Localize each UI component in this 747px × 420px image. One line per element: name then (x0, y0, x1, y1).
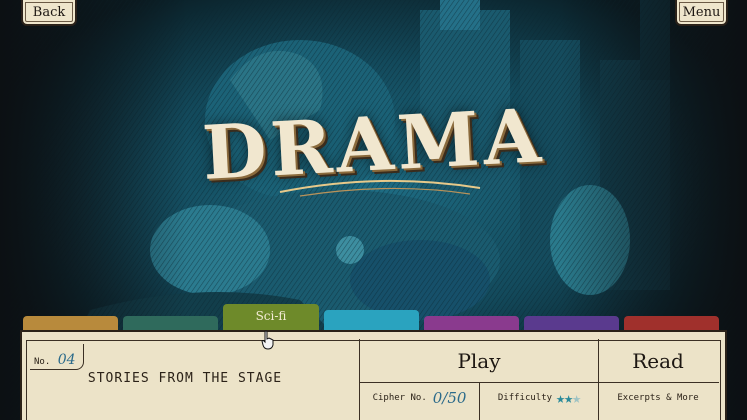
cipher-label: Cipher No. (372, 393, 427, 403)
cipher-progress: Cipher No. 0/50 (360, 383, 479, 413)
difficulty-rating: Difficulty ★★★ (480, 383, 598, 413)
story-number-value: 04 (57, 352, 76, 368)
play-button[interactable]: Play (360, 341, 598, 381)
story-number-prefix: No. (34, 357, 51, 367)
difficulty-stars: ★★★ (556, 389, 581, 407)
star-filled-icon: ★ (556, 389, 565, 407)
hand-cursor-icon (261, 330, 274, 350)
star-filled-icon: ★ (564, 389, 573, 407)
excerpts-button[interactable]: Excerpts & More (599, 383, 717, 413)
title-flourish (279, 179, 481, 197)
cipher-value: 0/50 (432, 389, 467, 407)
story-number-box: No. 04 (30, 344, 84, 370)
back-button[interactable]: Back (21, 0, 77, 26)
difficulty-label: Difficulty (497, 393, 553, 403)
read-button[interactable]: Read (599, 341, 717, 381)
star-empty-icon: ★ (572, 389, 581, 407)
menu-button[interactable]: Menu (675, 0, 728, 26)
story-title: STORIES FROM THE STAGE (87, 371, 283, 386)
